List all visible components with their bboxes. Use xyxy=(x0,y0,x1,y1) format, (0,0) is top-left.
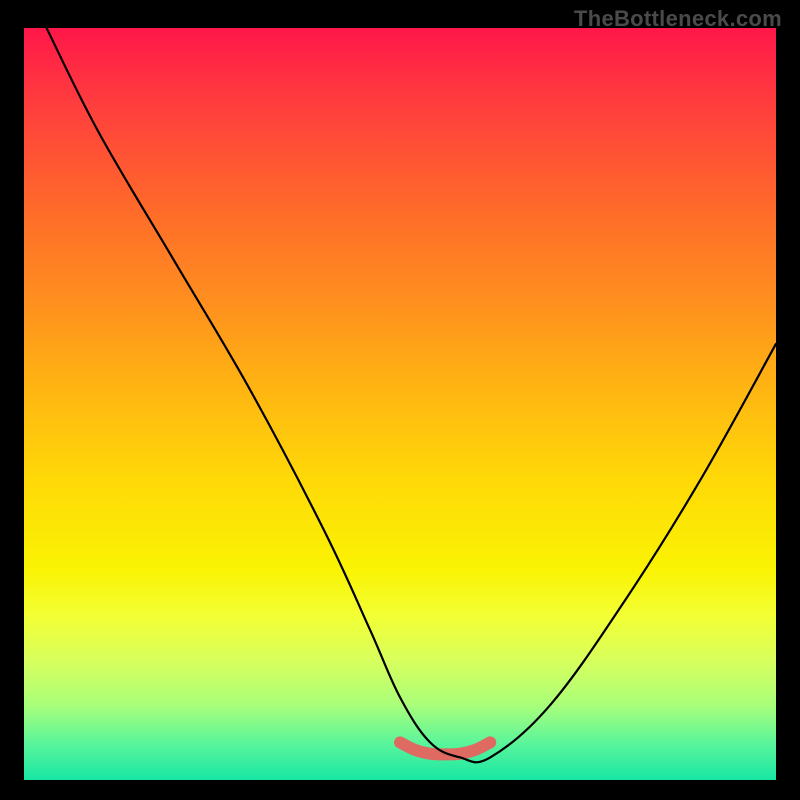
bottleneck-curve xyxy=(47,28,776,762)
plot-area xyxy=(24,28,776,780)
chart-frame: TheBottleneck.com xyxy=(0,0,800,800)
watermark-text: TheBottleneck.com xyxy=(574,6,782,32)
curve-svg xyxy=(24,28,776,780)
